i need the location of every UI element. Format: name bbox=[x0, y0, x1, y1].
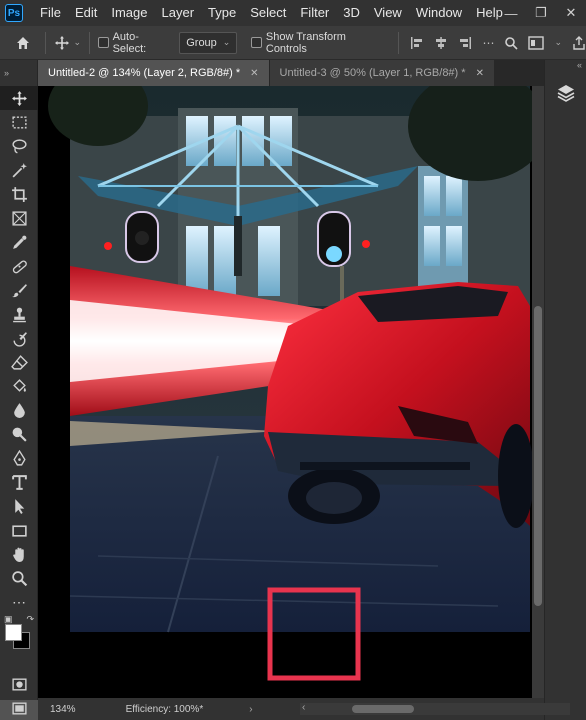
tab-untitled-2[interactable]: Untitled-2 @ 134% (Layer 2, RGB/8#) * ✕ bbox=[38, 60, 269, 86]
scroll-thumb[interactable] bbox=[352, 705, 414, 713]
align-icons: ⋯ ⌄ bbox=[410, 36, 586, 50]
healing-tool[interactable] bbox=[0, 254, 38, 278]
align-left-icon[interactable] bbox=[410, 36, 424, 50]
document-tabs: Untitled-2 @ 134% (Layer 2, RGB/8#) * ✕ … bbox=[38, 60, 544, 86]
eraser-tool[interactable] bbox=[0, 350, 38, 374]
options-bar: ⌄ Auto-Select: Group ⌄ Show Transform Co… bbox=[0, 26, 586, 60]
frame-tool[interactable] bbox=[0, 206, 38, 230]
vertical-scrollbar[interactable] bbox=[532, 86, 544, 698]
tab-label: Untitled-2 @ 134% (Layer 2, RGB/8#) * bbox=[48, 67, 241, 79]
close-icon[interactable]: ✕ bbox=[556, 0, 586, 26]
move-tool[interactable] bbox=[0, 86, 38, 110]
zoom-tool[interactable] bbox=[0, 566, 38, 590]
lasso-tool[interactable] bbox=[0, 134, 38, 158]
align-center-icon[interactable] bbox=[434, 36, 448, 50]
screen-mode-icon[interactable] bbox=[0, 696, 38, 720]
menu-filter[interactable]: Filter bbox=[293, 0, 336, 26]
marquee-tool[interactable] bbox=[0, 110, 38, 134]
chevron-down-icon: ⌄ bbox=[222, 37, 231, 47]
window-controls: — ❐ ✕ bbox=[496, 0, 586, 26]
blur-tool[interactable] bbox=[0, 398, 38, 422]
type-tool[interactable] bbox=[0, 470, 38, 494]
restore-icon[interactable]: ❐ bbox=[526, 0, 556, 26]
foreground-color-swatch[interactable] bbox=[5, 624, 22, 641]
menu-type[interactable]: Type bbox=[201, 0, 243, 26]
scroll-thumb[interactable] bbox=[534, 306, 542, 606]
home-icon[interactable] bbox=[10, 26, 37, 60]
checkbox-box[interactable] bbox=[98, 37, 109, 48]
document-image bbox=[48, 86, 532, 681]
show-transform-label: Show Transform Controls bbox=[265, 30, 346, 55]
tools-panel: » ⋯ ▣ ↷ bbox=[0, 60, 38, 715]
brush-tool[interactable] bbox=[0, 278, 38, 302]
panel-dock: « bbox=[544, 60, 586, 720]
swap-colors-icon[interactable]: ↷ bbox=[26, 614, 34, 625]
menu-select[interactable]: Select bbox=[243, 0, 293, 26]
menu-edit[interactable]: Edit bbox=[68, 0, 104, 26]
divider bbox=[44, 31, 46, 54]
chevron-left-icon[interactable]: ‹ bbox=[302, 702, 305, 713]
path-selection-tool[interactable] bbox=[0, 494, 38, 518]
history-brush-tool[interactable] bbox=[0, 326, 38, 350]
chevron-down-icon: ⌄ bbox=[554, 37, 562, 47]
zoom-level[interactable]: 134% bbox=[50, 704, 76, 715]
move-icon bbox=[54, 35, 69, 50]
divider bbox=[89, 31, 91, 54]
chevron-down-icon: ⌄ bbox=[73, 37, 82, 47]
workspace-icon[interactable] bbox=[528, 35, 545, 50]
search-icon[interactable] bbox=[504, 36, 519, 50]
collapse-icon[interactable]: » bbox=[0, 60, 37, 86]
photoshop-logo: Ps bbox=[5, 4, 23, 22]
crop-tool[interactable] bbox=[0, 182, 38, 206]
menu-3d[interactable]: 3D bbox=[336, 0, 367, 26]
menu-window[interactable]: Window bbox=[409, 0, 469, 26]
divider bbox=[397, 31, 399, 54]
minimize-icon[interactable]: — bbox=[496, 0, 526, 26]
pen-tool[interactable] bbox=[0, 446, 38, 470]
auto-select-dropdown[interactable]: Group ⌄ bbox=[179, 31, 238, 54]
move-tool-preset[interactable]: ⌄ bbox=[54, 35, 82, 51]
status-bar: 134% Efficiency: 100%* › ‹ bbox=[38, 698, 570, 720]
menu-layer[interactable]: Layer bbox=[155, 0, 202, 26]
align-right-icon[interactable] bbox=[458, 36, 472, 50]
more-tools[interactable]: ⋯ bbox=[0, 590, 38, 614]
rectangle-tool[interactable] bbox=[0, 518, 38, 542]
collapse-icon[interactable]: « bbox=[545, 60, 586, 76]
magic-wand-tool[interactable] bbox=[0, 158, 38, 182]
show-transform-checkbox[interactable]: Show Transform Controls bbox=[251, 31, 383, 55]
close-icon[interactable]: ✕ bbox=[476, 68, 484, 79]
menu-view[interactable]: View bbox=[367, 0, 409, 26]
menu-image[interactable]: Image bbox=[104, 0, 154, 26]
canvas[interactable] bbox=[38, 86, 532, 698]
tab-untitled-3[interactable]: Untitled-3 @ 50% (Layer 1, RGB/8#) * ✕ bbox=[268, 60, 494, 86]
auto-select-value: Group bbox=[186, 36, 217, 49]
paint-bucket-tool[interactable] bbox=[0, 374, 38, 398]
color-swatches: ▣ ↷ bbox=[0, 614, 38, 662]
chevron-right-icon[interactable]: › bbox=[249, 704, 252, 715]
hand-tool[interactable] bbox=[0, 542, 38, 566]
checkbox-box[interactable] bbox=[251, 37, 262, 48]
tab-label: Untitled-3 @ 50% (Layer 1, RGB/8#) * bbox=[279, 67, 466, 79]
eyedropper-tool[interactable] bbox=[0, 230, 38, 254]
auto-select-checkbox[interactable]: Auto-Select: bbox=[98, 31, 169, 55]
document-info: Efficiency: 100%* bbox=[125, 703, 204, 715]
horizontal-scrollbar[interactable]: ‹ bbox=[300, 702, 570, 715]
quick-mask-icon[interactable] bbox=[0, 672, 38, 696]
menu-bar: Ps File Edit Image Layer Type Select Fil… bbox=[0, 0, 586, 26]
more-options-icon[interactable]: ⋯ bbox=[482, 36, 494, 50]
share-icon[interactable] bbox=[572, 35, 586, 50]
stamp-tool[interactable] bbox=[0, 302, 38, 326]
auto-select-label: Auto-Select: bbox=[112, 30, 147, 55]
layers-icon[interactable] bbox=[545, 76, 586, 110]
close-icon[interactable]: ✕ bbox=[250, 68, 258, 79]
ellipsis-icon: ⋯ bbox=[12, 593, 26, 610]
dodge-tool[interactable] bbox=[0, 422, 38, 446]
menu-file[interactable]: File bbox=[33, 0, 68, 26]
